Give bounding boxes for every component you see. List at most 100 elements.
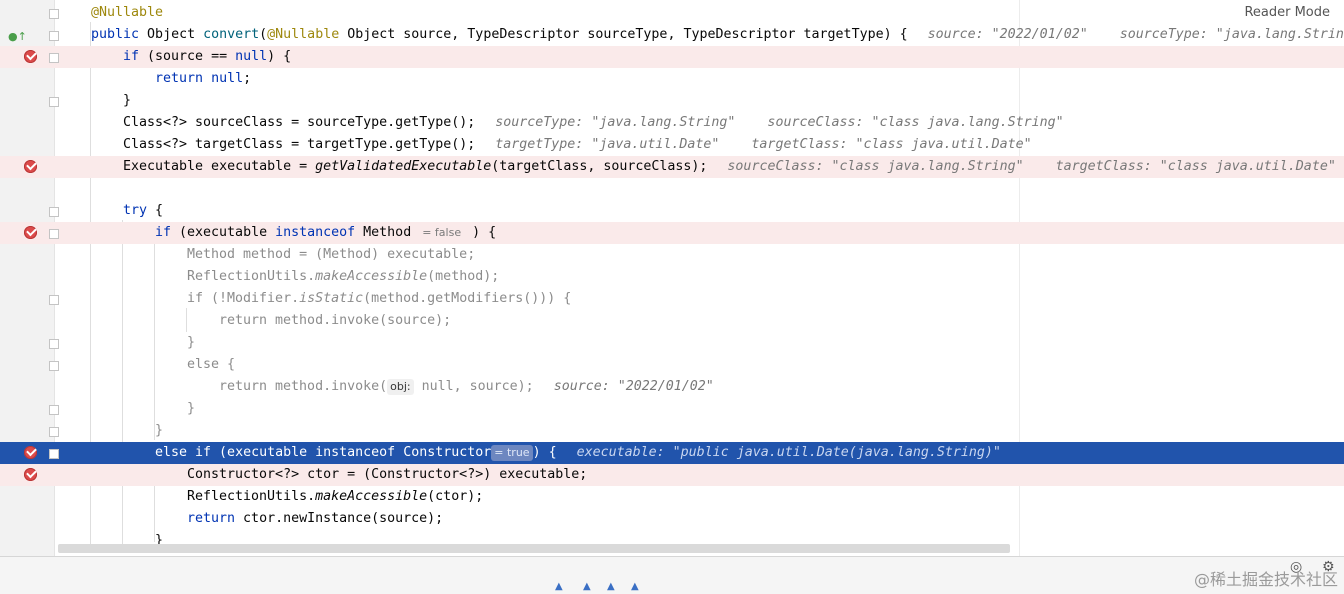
fold-marker-icon[interactable] [49, 295, 59, 305]
keyword: null [211, 71, 244, 86]
code-text: (executable [171, 225, 276, 240]
breakpoint-icon[interactable] [24, 50, 37, 63]
method-name: convert [203, 27, 260, 42]
keyword: return [155, 71, 204, 86]
debug-toolbar: ◎ ⚙ ▲ ▲ ▲ ▲ @稀土掘金技术社区 [0, 556, 1344, 594]
code-line[interactable]: Method method = (Method) executable; [0, 244, 1344, 266]
keyword: instanceof [315, 445, 396, 460]
fold-marker-icon[interactable] [49, 361, 59, 371]
code-line-breakpoint[interactable]: if (source == null) { [0, 46, 1344, 68]
parameter-hint-chip: obj: [387, 379, 414, 395]
code-editor[interactable]: Reader Mode @Nullable public Object conv… [0, 0, 1344, 556]
code-text: (ctor); [427, 489, 484, 504]
inline-value-chip: = false [422, 226, 462, 239]
code-line[interactable]: return ctor.newInstance(source); [0, 508, 1344, 530]
code-line[interactable]: } [0, 398, 1344, 420]
code-text: (method); [427, 269, 500, 284]
code-line[interactable]: return method.invoke(obj: null, source);… [0, 376, 1344, 398]
code-line[interactable]: Class<?> sourceClass = sourceType.getTyp… [0, 112, 1344, 134]
step-icon[interactable]: ▲ [631, 581, 639, 592]
fold-marker-icon[interactable] [49, 9, 59, 19]
breakpoint-icon[interactable] [24, 226, 37, 239]
breakpoint-icon[interactable] [24, 446, 37, 459]
horizontal-scrollbar[interactable] [58, 544, 1010, 553]
code-text: } [187, 401, 196, 416]
keyword: else if [155, 445, 212, 460]
code-line[interactable]: if (!Modifier.isStatic(method.getModifie… [0, 288, 1344, 310]
method-call: makeAccessible [315, 489, 428, 504]
inline-value-chip: = true [491, 445, 533, 461]
code-text: } [187, 335, 196, 350]
method-call: isStatic [299, 291, 364, 306]
code-line[interactable]: } [0, 332, 1344, 354]
annotation: @Nullable [91, 5, 164, 20]
fold-marker-icon[interactable] [49, 339, 59, 349]
fold-marker-icon[interactable] [49, 207, 59, 217]
code-text: ) { [532, 445, 557, 460]
step-icon[interactable]: ▲ [583, 581, 591, 592]
code-line[interactable]: ReflectionUtils.makeAccessible(method); [0, 266, 1344, 288]
fold-marker-icon[interactable] [49, 31, 59, 41]
code-text: { [147, 203, 164, 218]
code-text: else { [187, 357, 236, 372]
code-text: return method.invoke( [219, 379, 388, 394]
execution-arrow-icon[interactable]: ●↑ [8, 30, 27, 43]
code-text: Object source, TypeDescriptor sourceType… [339, 27, 908, 42]
code-text: Method method = (Method) executable; [187, 247, 476, 262]
fold-marker-icon[interactable] [49, 97, 59, 107]
step-icon[interactable]: ▲ [607, 581, 615, 592]
code-line-breakpoint[interactable]: if (executable instanceof Method = false… [0, 222, 1344, 244]
code-text: Constructor [395, 445, 492, 460]
breakpoint-icon[interactable] [24, 160, 37, 173]
code-text: } [123, 93, 132, 108]
fold-marker-icon[interactable] [49, 229, 59, 239]
method-call: getValidatedExecutable [315, 159, 492, 174]
fold-marker-icon[interactable] [49, 427, 59, 437]
code-text: null, source); [413, 379, 534, 394]
keyword: return [187, 511, 236, 526]
fold-marker-icon[interactable] [49, 53, 59, 63]
code-text: (source == [139, 49, 236, 64]
fold-marker-icon[interactable] [49, 449, 59, 459]
code-text: } [155, 423, 164, 438]
keyword: if [155, 225, 172, 240]
code-text: (targetClass, sourceClass); [491, 159, 708, 174]
keyword: try [123, 203, 148, 218]
code-text: ; [243, 71, 252, 86]
code-text: Constructor<?> ctor = (Constructor<?>) e… [187, 467, 588, 482]
inline-debug-value: source: "2022/01/02" [553, 379, 714, 394]
code-line[interactable]: @Nullable [0, 2, 1344, 24]
step-icon[interactable]: ▲ [555, 581, 563, 592]
code-text: ReflectionUtils. [187, 269, 316, 284]
keyword: null [235, 49, 268, 64]
code-text: return method.invoke(source); [219, 313, 452, 328]
code-text: ( [259, 27, 268, 42]
inline-debug-value: source: "2022/01/02" sourceType: "java.l… [927, 27, 1344, 42]
code-text: if (!Modifier. [187, 291, 300, 306]
code-line[interactable]: try { [0, 200, 1344, 222]
code-text: ctor.newInstance(source); [235, 511, 444, 526]
code-text: Method [355, 225, 412, 240]
code-line[interactable]: return method.invoke(source); [0, 310, 1344, 332]
code-line[interactable]: return null; [0, 68, 1344, 90]
code-line[interactable]: public Object convert(@Nullable Object s… [0, 24, 1344, 46]
inline-debug-value: sourceType: "java.lang.String" sourceCla… [495, 115, 1064, 130]
code-text: ) { [464, 225, 497, 240]
code-text: Class<?> sourceClass = sourceType.getTyp… [123, 115, 476, 130]
code-line[interactable]: } [0, 420, 1344, 442]
code-line-breakpoint[interactable]: Constructor<?> ctor = (Constructor<?>) e… [0, 464, 1344, 486]
code-text: Executable executable = [123, 159, 316, 174]
keyword: instanceof [275, 225, 356, 240]
fold-marker-icon[interactable] [49, 405, 59, 415]
code-text: (executable [211, 445, 316, 460]
breakpoint-icon[interactable] [24, 468, 37, 481]
code-text: ReflectionUtils. [187, 489, 316, 504]
code-line[interactable]: } [0, 90, 1344, 112]
current-execution-line[interactable]: else if (executable instanceof Construct… [0, 442, 1344, 464]
keyword: if [123, 49, 140, 64]
code-line[interactable]: else { [0, 354, 1344, 376]
code-line[interactable]: Class<?> targetClass = targetType.getTyp… [0, 134, 1344, 156]
code-line-breakpoint[interactable]: Executable executable = getValidatedExec… [0, 156, 1344, 178]
code-line[interactable]: ReflectionUtils.makeAccessible(ctor); [0, 486, 1344, 508]
